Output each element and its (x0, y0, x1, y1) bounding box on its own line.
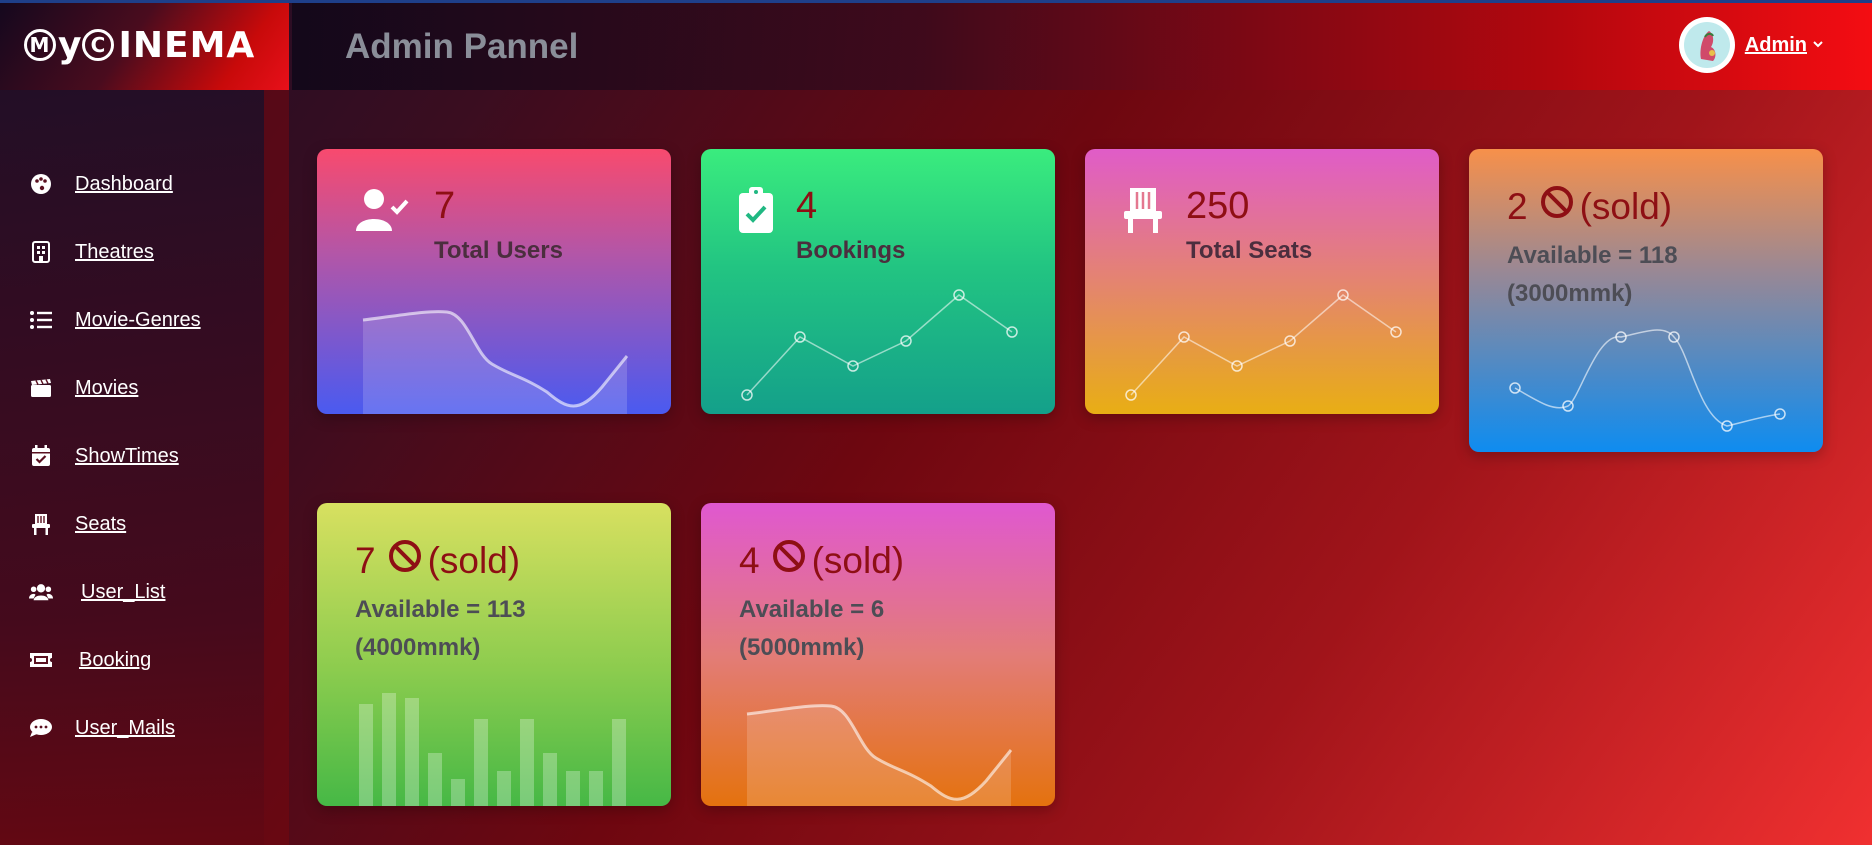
admin-username-link[interactable]: Admin (1745, 34, 1807, 57)
sold-count-value: 7 (355, 539, 376, 581)
availability-text: Available = 6 (5000mmk) (739, 591, 884, 667)
sold-count-value: 4 (739, 539, 760, 581)
available-count: Available = 118 (1507, 242, 1678, 269)
chair-icon (1122, 187, 1164, 238)
brand-letter-c: C (82, 29, 115, 61)
total-seats-value: 250 (1186, 185, 1250, 227)
sidebar-item-user-mails[interactable]: User_Mails (0, 694, 264, 762)
ban-icon (772, 539, 806, 582)
ban-icon (388, 539, 422, 582)
sidebar-nav: Dashboard Theatres Movie-Genres Movies S… (0, 150, 264, 762)
sidebar-item-label: User_List (81, 580, 166, 603)
sidebar-item-movie-genres[interactable]: Movie-Genres (0, 286, 264, 354)
sidebar-item-booking[interactable]: Booking (0, 626, 264, 694)
palette-icon (29, 172, 53, 196)
user-check-icon (354, 187, 410, 238)
available-count: Available = 113 (355, 596, 526, 623)
sold-label: (sold) (811, 539, 905, 581)
price-tier-3000-sparkline (1509, 329, 1786, 432)
sidebar-edge (264, 90, 289, 845)
sidebar-item-theatres[interactable]: Theatres (0, 218, 264, 286)
sidebar-item-label: User_Mails (75, 716, 176, 739)
calendar-check-icon (29, 444, 53, 468)
top-header: Admin Pannel Admin (292, 3, 1872, 90)
availability-text: Available = 113 (4000mmk) (355, 591, 526, 667)
sold-label: (sold) (427, 539, 521, 581)
brand-letter-y: y (58, 24, 83, 66)
sold-count: 2 (sold) (1507, 185, 1672, 228)
bookings-sparkline (741, 289, 1018, 401)
sidebar-item-user-list[interactable]: User_List (0, 558, 264, 626)
bookings-value: 4 (796, 185, 818, 227)
brand-letter-m: M (24, 29, 56, 61)
price-tier-4000-card[interactable]: 7 (sold) Available = 113 (4000mmk) (317, 503, 671, 806)
users-icon (29, 580, 53, 604)
bookings-card[interactable]: 4 Bookings (701, 149, 1055, 414)
sold-label: (sold) (1579, 185, 1673, 227)
list-icon (29, 308, 53, 332)
bookings-label: Bookings (796, 237, 906, 264)
sidebar-item-seats[interactable]: Seats (0, 490, 264, 558)
total-seats-card[interactable]: 250 Total Seats (1085, 149, 1439, 414)
avatar[interactable] (1678, 17, 1735, 73)
ticket-price: (4000mmk) (355, 634, 481, 661)
brand-name: My C INEMA (24, 25, 255, 66)
total-users-card[interactable]: 7 Total Users (317, 149, 671, 414)
sold-count: 4 (sold) (739, 539, 904, 582)
comment-icon (29, 716, 53, 740)
sidebar-item-label: Movie-Genres (75, 308, 201, 331)
user-menu[interactable]: Admin (1678, 17, 1824, 73)
sidebar-item-label: Seats (75, 512, 127, 535)
chair-icon (29, 512, 53, 536)
sidebar-item-label: Movies (75, 376, 139, 399)
clapperboard-icon (29, 376, 53, 400)
top-accent-line (0, 0, 1872, 3)
ban-icon (1540, 185, 1574, 228)
brand-logo[interactable]: My C INEMA (0, 0, 289, 90)
sidebar-item-label: Booking (79, 648, 152, 671)
total-seats-label: Total Seats (1186, 237, 1313, 264)
total-users-label: Total Users (434, 237, 563, 264)
price-tier-4000-bar-sparkline (359, 693, 626, 806)
ticket-price: (5000mmk) (739, 634, 865, 661)
price-tier-5000-sparkline (746, 704, 1013, 806)
sold-count: 7 (sold) (355, 539, 520, 582)
total-users-sparkline (362, 310, 629, 414)
brand-word: INEMA (118, 24, 256, 66)
sidebar-item-label: Theatres (75, 240, 154, 263)
sidebar-item-label: Dashboard (75, 172, 173, 195)
total-users-value: 7 (434, 185, 456, 227)
price-tier-3000-card[interactable]: 2 (sold) Available = 118 (3000mmk) (1469, 149, 1823, 452)
sidebar-item-dashboard[interactable]: Dashboard (0, 150, 264, 218)
sidebar-item-movies[interactable]: Movies (0, 354, 264, 422)
chevron-down-icon[interactable] (1812, 36, 1824, 54)
total-seats-sparkline (1125, 289, 1402, 401)
ticket-icon (29, 648, 53, 672)
available-count: Available = 6 (739, 596, 885, 623)
sidebar-item-label: ShowTimes (75, 444, 179, 467)
building-icon (29, 240, 53, 264)
clipboard-check-icon (738, 187, 774, 238)
price-tier-5000-card[interactable]: 4 (sold) Available = 6 (5000mmk) (701, 503, 1055, 806)
sold-count-value: 2 (1507, 185, 1528, 227)
page-title: Admin Pannel (345, 26, 579, 66)
sidebar-item-showtimes[interactable]: ShowTimes (0, 422, 264, 490)
